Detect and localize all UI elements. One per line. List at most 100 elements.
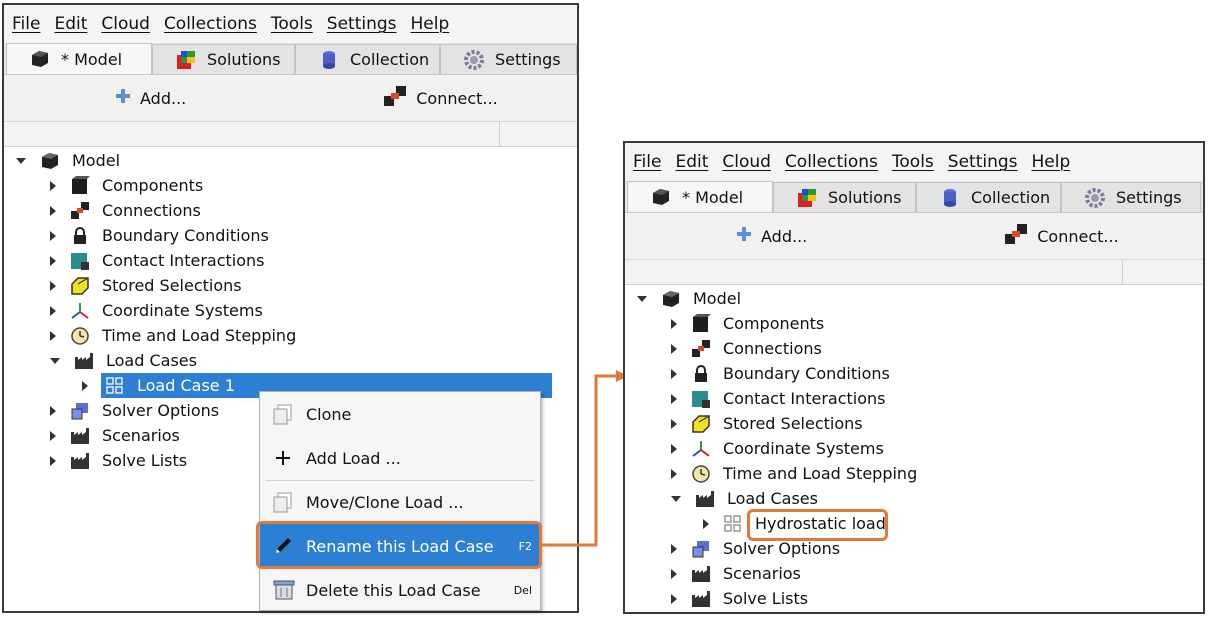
tree-item-coordinate-systems[interactable]: Coordinate Systems [671,436,884,461]
ctx-delete-shortcut: Del [513,583,532,597]
expand-arrow-icon[interactable] [50,180,56,191]
tree-item-solve-lists[interactable]: Solve Lists [50,448,187,473]
tree-item-components[interactable]: Components [671,311,824,336]
tree-item-stored-selections[interactable]: Stored Selections [671,411,863,436]
tab-collection[interactable]: Collection [916,182,1061,212]
expand-arrow-icon[interactable] [50,305,56,316]
menu-edit[interactable]: Edit [675,152,708,172]
tab-solutions[interactable]: Solutions [152,44,295,74]
tree-column-header [4,121,577,147]
tab-collection[interactable]: Collection [295,44,440,74]
add-button-label: Add... [140,88,187,108]
factory-icon [70,426,90,446]
selection-icon [70,276,90,296]
tree-item-load-cases[interactable]: Load Cases [671,486,818,511]
plus-icon [114,87,132,109]
connect-button[interactable]: Connect... [382,84,498,112]
tree-item-time-load-stepping[interactable]: Time and Load Stepping [671,461,917,486]
ctx-delete-load-case[interactable]: Delete this Load Case Del [260,568,540,612]
factory-icon [695,489,715,509]
tab-settings[interactable]: Settings [440,44,577,74]
expand-arrow-icon[interactable] [50,455,56,466]
menu-cloud[interactable]: Cloud [722,152,771,172]
expand-arrow-icon[interactable] [671,368,677,379]
collapse-arrow-icon[interactable] [50,357,60,364]
tab-model[interactable]: * Model [6,43,152,74]
tree-item-boundary-conditions[interactable]: Boundary Conditions [671,361,890,386]
expand-arrow-icon[interactable] [50,255,56,266]
expand-arrow-icon[interactable] [671,593,677,604]
tree-item-label: Contact Interactions [723,389,886,408]
add-button[interactable]: Add... [114,87,186,109]
ctx-clone[interactable]: Clone [260,392,540,436]
column-separator[interactable] [499,122,500,146]
expand-arrow-icon[interactable] [50,330,56,341]
tree-item-components[interactable]: Components [50,173,203,198]
tab-collection-label: Collection [350,50,430,69]
component-cube-icon [691,313,711,334]
collapse-arrow-icon[interactable] [16,157,26,164]
connect-button[interactable]: Connect... [1003,222,1119,250]
tree-item-solve-lists[interactable]: Solve Lists [671,586,808,611]
expand-arrow-icon[interactable] [671,543,677,554]
tree-root-model[interactable]: Model [16,148,120,173]
tree-item-coordinate-systems[interactable]: Coordinate Systems [50,298,263,323]
tree-item-label: Components [723,314,825,333]
menu-collections[interactable]: Collections [785,152,878,172]
tree-item-label: Time and Load Stepping [723,464,918,483]
tree-item-connections[interactable]: Connections [671,336,822,361]
ctx-add-load[interactable]: Add Load ... [260,436,540,480]
tree-item-contact-interactions[interactable]: Contact Interactions [50,248,264,273]
tree-item-contact-interactions[interactable]: Contact Interactions [671,386,885,411]
expand-arrow-icon[interactable] [671,393,677,404]
factory-icon [691,564,711,584]
collapse-arrow-icon[interactable] [671,495,681,502]
column-separator[interactable] [1122,260,1123,284]
tree-item-connections[interactable]: Connections [50,198,201,223]
tree-item-scenarios[interactable]: Scenarios [50,423,180,448]
menu-cloud[interactable]: Cloud [101,14,150,34]
add-button[interactable]: Add... [735,225,807,247]
tab-model[interactable]: * Model [627,181,773,212]
tree-item-label: Load Cases [106,351,197,370]
expand-arrow-icon[interactable] [671,318,677,329]
connection-icon [1003,222,1029,250]
expand-arrow-icon[interactable] [671,418,677,429]
menu-settings[interactable]: Settings [327,14,397,34]
expand-arrow-icon[interactable] [50,430,56,441]
expand-arrow-icon[interactable] [671,443,677,454]
solutions-icon [175,49,197,71]
expand-arrow-icon[interactable] [50,230,56,241]
tab-solutions[interactable]: Solutions [773,182,916,212]
tree-item-boundary-conditions[interactable]: Boundary Conditions [50,223,269,248]
expand-arrow-icon[interactable] [50,205,56,216]
expand-arrow-icon[interactable] [82,380,88,391]
contact-icon [70,251,90,271]
menu-file[interactable]: File [633,152,661,172]
expand-arrow-icon[interactable] [703,518,709,529]
expand-arrow-icon[interactable] [671,568,677,579]
expand-arrow-icon[interactable] [50,405,56,416]
tab-settings[interactable]: Settings [1061,182,1201,212]
menu-help[interactable]: Help [411,14,450,34]
tree-item-scenarios[interactable]: Scenarios [671,561,801,586]
menu-settings[interactable]: Settings [948,152,1018,172]
lock-icon [70,226,90,246]
menu-edit[interactable]: Edit [54,14,87,34]
menu-file[interactable]: File [12,14,40,34]
menu-help[interactable]: Help [1032,152,1071,172]
menu-tools[interactable]: Tools [271,14,313,34]
menu-collections[interactable]: Collections [164,14,257,34]
tree-item-solver-options[interactable]: Solver Options [50,398,219,423]
expand-arrow-icon[interactable] [671,468,677,479]
menu-tools[interactable]: Tools [892,152,934,172]
expand-arrow-icon[interactable] [50,280,56,291]
expand-arrow-icon[interactable] [671,343,677,354]
tree-item-stored-selections[interactable]: Stored Selections [50,273,242,298]
ctx-move-clone-load[interactable]: Move/Clone Load ... [260,480,540,524]
collapse-arrow-icon[interactable] [637,295,647,302]
tree-root-model[interactable]: Model [637,286,741,311]
tree-item-time-load-stepping[interactable]: Time and Load Stepping [50,323,296,348]
tree-item-load-cases[interactable]: Load Cases [50,348,197,373]
toolbar: Add... Connect... [4,75,577,121]
